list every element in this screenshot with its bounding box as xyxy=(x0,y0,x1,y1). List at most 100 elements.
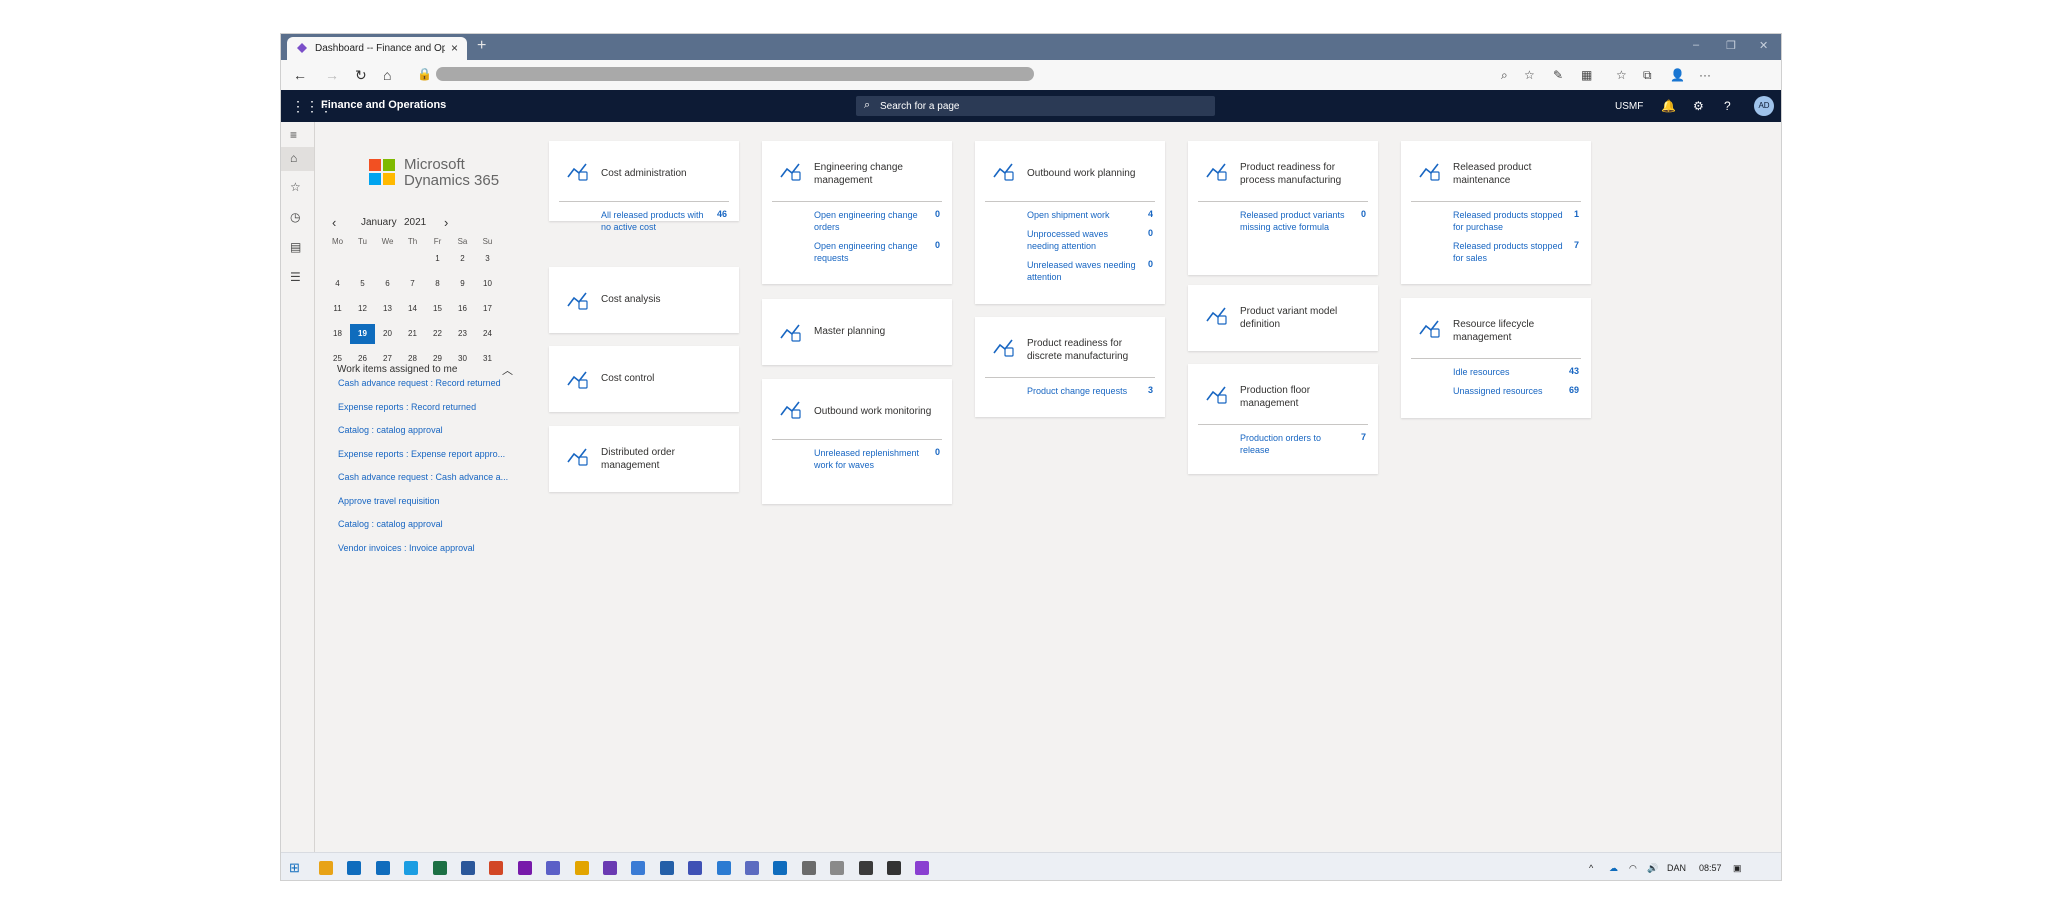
excel-icon[interactable] xyxy=(432,861,447,875)
tile-link[interactable]: Open engineering change requests xyxy=(814,240,924,264)
tile-count[interactable]: 7 xyxy=(1574,240,1579,250)
browser-tab[interactable]: Dashboard -- Finance and Operations × xyxy=(287,37,467,60)
calendar-day[interactable]: 11 xyxy=(325,299,350,319)
tile-outbound-monitoring[interactable]: Outbound work monitoring Unreleased reple… xyxy=(762,379,952,504)
next-month-button[interactable]: › xyxy=(444,215,448,230)
tile-product-variant[interactable]: Product variant model definition xyxy=(1188,285,1378,351)
home-button[interactable]: ⌂ xyxy=(383,67,391,83)
nav-home[interactable]: ⌂ xyxy=(281,147,314,171)
volume-icon[interactable]: 🔊 xyxy=(1647,863,1658,874)
app-icon-1[interactable] xyxy=(631,861,646,875)
tile-released-product[interactable]: Released product maintenance Released pro… xyxy=(1401,141,1591,284)
calendar-day[interactable]: 4 xyxy=(325,274,350,294)
calendar-day[interactable]: 3 xyxy=(475,249,500,269)
previous-month-button[interactable]: ‹ xyxy=(332,215,336,230)
tile-count[interactable]: 0 xyxy=(1148,259,1153,269)
tile-count[interactable]: 0 xyxy=(1361,209,1366,219)
app-icon-6[interactable] xyxy=(801,861,816,875)
tile-count[interactable]: 0 xyxy=(1148,228,1153,238)
workspaces-icon[interactable]: ▤ xyxy=(290,240,301,254)
teams-icon[interactable] xyxy=(546,861,561,875)
recent-icon[interactable]: ◷ xyxy=(290,210,300,224)
tile-count[interactable]: 43 xyxy=(1569,366,1579,376)
tile-distributed-order[interactable]: Distributed order management xyxy=(549,426,739,492)
minimize-button[interactable]: – xyxy=(1693,39,1699,51)
favorites-bar-icon[interactable]: ☆ xyxy=(1616,68,1627,82)
edge-icon[interactable]: ⧉ xyxy=(1643,68,1652,83)
action-center-icon[interactable]: ▣ xyxy=(1733,863,1742,874)
tile-link[interactable]: Open shipment work xyxy=(1027,209,1137,221)
calendar-day[interactable]: 7 xyxy=(400,274,425,294)
calendar-day[interactable]: 13 xyxy=(375,299,400,319)
calendar-day[interactable]: 5 xyxy=(350,274,375,294)
app-icon-9[interactable] xyxy=(887,861,901,875)
company-picker[interactable]: USMF xyxy=(1615,101,1643,112)
calendar-day[interactable]: 23 xyxy=(450,324,475,344)
maximize-button[interactable]: ❐ xyxy=(1726,39,1736,52)
settings-icon[interactable]: ⚙ xyxy=(1693,99,1704,113)
calendar-day[interactable]: 20 xyxy=(375,324,400,344)
work-items-header[interactable]: Work items assigned to me ︿ xyxy=(337,362,513,378)
tile-count[interactable]: 0 xyxy=(935,209,940,219)
windows-start-icon[interactable]: ⊞ xyxy=(289,860,300,876)
tile-count[interactable]: 1 xyxy=(1574,209,1579,219)
help-icon[interactable]: ? xyxy=(1724,99,1731,113)
back-button[interactable]: ← xyxy=(293,67,307,83)
app-icon-2[interactable] xyxy=(659,861,674,875)
calendar-day[interactable]: 14 xyxy=(400,299,425,319)
paint-icon[interactable] xyxy=(574,861,589,875)
favorite-icon[interactable]: ☆ xyxy=(1524,68,1535,82)
tile-count[interactable]: 4 xyxy=(1148,209,1153,219)
tile-count[interactable]: 7 xyxy=(1361,432,1366,442)
onenote-icon[interactable] xyxy=(517,861,532,875)
input-language[interactable]: DAN xyxy=(1667,863,1686,873)
hamburger-icon[interactable]: ≡ xyxy=(290,128,297,142)
work-item-link[interactable]: Cash advance request : Record returned xyxy=(338,378,523,388)
word-icon[interactable] xyxy=(461,861,475,875)
close-tab-icon[interactable]: × xyxy=(451,41,458,55)
app-icon-10[interactable] xyxy=(915,861,930,875)
tile-product-readiness-process[interactable]: Product readiness for process manufactur… xyxy=(1188,141,1378,275)
tile-cost-control[interactable]: Cost control xyxy=(549,346,739,412)
visual-studio-icon[interactable] xyxy=(603,861,617,875)
tile-link[interactable]: Unassigned resources xyxy=(1453,385,1563,397)
calendar-day[interactable]: 9 xyxy=(450,274,475,294)
close-window-button[interactable]: ✕ xyxy=(1759,39,1768,52)
work-item-link[interactable]: Expense reports : Record returned xyxy=(338,402,523,412)
tile-resource-lifecycle[interactable]: Resource lifecycle management Idle resour… xyxy=(1401,298,1591,418)
mail-icon[interactable] xyxy=(375,861,390,875)
avatar[interactable]: AD xyxy=(1754,96,1774,116)
calendar-day[interactable]: 8 xyxy=(425,274,450,294)
onedrive-icon[interactable]: ☁ xyxy=(1609,863,1618,874)
extension-icon[interactable]: ✎ xyxy=(1553,68,1563,82)
tile-cost-admin[interactable]: Cost administration All released products… xyxy=(549,141,739,232)
app-icon-7[interactable] xyxy=(830,861,845,875)
calendar-day[interactable]: 6 xyxy=(375,274,400,294)
work-item-link[interactable]: Cash advance request : Cash advance a... xyxy=(338,472,523,482)
notifications-icon[interactable]: 🔔 xyxy=(1661,99,1676,113)
explorer-icon[interactable] xyxy=(319,861,333,875)
tile-count[interactable]: 0 xyxy=(935,447,940,457)
collections-icon[interactable]: ▦ xyxy=(1581,68,1592,82)
tile-count[interactable]: 69 xyxy=(1569,385,1579,395)
outlook-icon[interactable] xyxy=(347,861,362,875)
calendar-day-today[interactable]: 19 xyxy=(350,324,375,344)
calendar-day[interactable]: 17 xyxy=(475,299,500,319)
network-icon[interactable]: ◠ xyxy=(1629,863,1637,874)
refresh-button[interactable]: ↻ xyxy=(355,67,367,84)
work-item-link[interactable]: Vendor invoices : Invoice approval xyxy=(338,543,523,553)
profile-icon[interactable]: 👤 xyxy=(1670,68,1685,82)
tile-link[interactable]: Released product variants missing active… xyxy=(1240,209,1350,233)
tile-count[interactable]: 46 xyxy=(717,209,727,219)
tile-outbound-planning[interactable]: Outbound work planning Open shipment work… xyxy=(975,141,1165,304)
tile-link[interactable]: All released products with no active cos… xyxy=(601,209,711,233)
tile-link[interactable]: Unprocessed waves needing attention xyxy=(1027,228,1137,252)
modules-icon[interactable]: ☰ xyxy=(290,270,301,284)
tile-count[interactable]: 3 xyxy=(1148,385,1153,395)
work-item-link[interactable]: Approve travel requisition xyxy=(338,496,523,506)
collapse-chevron-icon[interactable]: ︿ xyxy=(502,362,513,378)
tile-link[interactable]: Unreleased replenishment work for waves xyxy=(814,447,924,471)
forward-button[interactable]: → xyxy=(325,67,339,83)
tile-link[interactable]: Released products stopped for sales xyxy=(1453,240,1563,264)
clock[interactable]: 08:57 xyxy=(1699,863,1722,873)
